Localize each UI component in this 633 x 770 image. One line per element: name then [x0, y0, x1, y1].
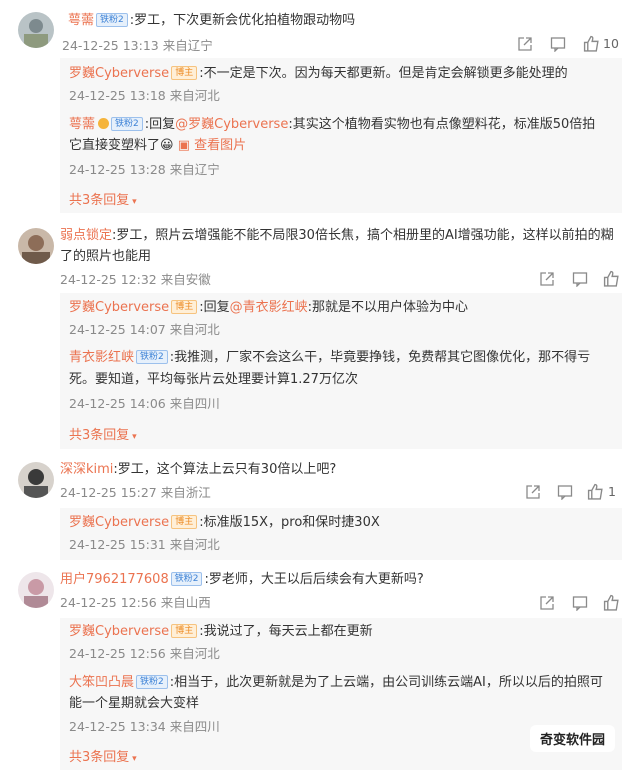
reply-meta: 24-12-25 14:06 来自四川	[69, 396, 220, 411]
host-badge: 博主	[171, 515, 198, 529]
avatar[interactable]	[18, 12, 54, 48]
mention-link[interactable]: @罗巍Cyberverse	[175, 117, 288, 132]
avatar[interactable]	[18, 228, 54, 264]
reply-text: 青衣影红峡 铁粉2:我推测，厂家不会这么干，毕竟要挣钱，免费帮其它图像优化，那不得…	[69, 350, 591, 365]
comment-meta: 24-12-25 12:32 来自安徽	[60, 272, 211, 287]
reply-text-cont: 它直接变塑料了😀 ▣ 查看图片	[69, 138, 247, 153]
chevron-down-icon: ▾	[129, 432, 137, 442]
more-replies-link[interactable]: 共3条回复 ▾	[69, 189, 137, 208]
reply-meta: 24-12-25 13:28 来自辽宁	[69, 162, 220, 177]
reply-meta: 24-12-25 14:07 来自河北	[69, 322, 220, 337]
comment-meta: 24-12-25 13:13 来自辽宁	[62, 38, 213, 53]
reply-text: 萼薷 铁粉2:回复@罗巍Cyberverse:其实这个植物看实物也有点像塑料花，标…	[69, 117, 596, 132]
more-replies-link[interactable]: 共3条回复 ▾	[69, 746, 137, 765]
watermark: 奇变软件园	[529, 725, 615, 752]
like-count: 10	[603, 36, 619, 51]
comment-text: 用户7962177608 铁粉2:罗老师，大王以后后续会有大更新吗?	[60, 572, 424, 587]
reply-text: 罗巍Cyberverse 博主:不一定是下次。因为每天都更新。但是肯定会解锁更多能…	[69, 66, 568, 81]
reply-username[interactable]: 大笨凹凸晨	[69, 675, 134, 690]
share-icon[interactable]	[517, 36, 533, 52]
reply-username[interactable]: 青衣影红峡	[69, 350, 134, 365]
verified-icon	[98, 118, 110, 129]
image-icon: ▣	[177, 138, 191, 153]
username[interactable]: 用户7962177608	[60, 572, 169, 587]
username[interactable]: 弱点锁定	[60, 228, 112, 243]
chevron-down-icon: ▾	[129, 197, 137, 207]
share-icon[interactable]	[525, 484, 541, 500]
reply-meta: 24-12-25 13:18 来自河北	[69, 88, 220, 103]
emoji: 😀	[160, 138, 174, 153]
host-badge: 博主	[171, 66, 198, 80]
fan-badge: 铁粉2	[136, 350, 168, 364]
host-badge: 博主	[171, 624, 198, 638]
comment-text: 弱点锁定:罗工，照片云增强能不能不局限30倍长焦，搞个相册里的AI增强功能，这样…	[60, 228, 614, 243]
reply-meta: 24-12-25 12:56 来自河北	[69, 646, 220, 661]
comment-icon[interactable]	[550, 36, 566, 52]
host-badge: 博主	[171, 300, 198, 314]
reply-username[interactable]: 罗巍Cyberverse	[69, 515, 169, 530]
reply-text: 罗巍Cyberverse 博主:标准版15X，pro和保时捷30X	[69, 515, 380, 530]
comment-text-cont: 了的照片也能用	[60, 249, 152, 264]
like-icon[interactable]	[603, 270, 620, 287]
reply-text-cont: 死。要知道，平均每张片云处理要计算1.27万亿次	[69, 372, 358, 387]
mention-link[interactable]: @青衣影红峡	[230, 300, 308, 315]
more-replies-link[interactable]: 共3条回复 ▾	[69, 424, 137, 443]
reply-box: 罗巍Cyberverse 博主:标准版15X，pro和保时捷30X 24-12-2…	[60, 508, 622, 560]
reply-text-cont: 能一个星期就会大变样	[69, 696, 200, 711]
reply-meta: 24-12-25 13:34 来自四川	[69, 719, 220, 734]
username[interactable]: 深深kimi	[60, 462, 113, 477]
chevron-down-icon: ▾	[129, 754, 137, 764]
comment-icon[interactable]	[572, 271, 588, 287]
comment-icon[interactable]	[572, 595, 588, 611]
like-count: 1	[608, 484, 616, 499]
share-icon[interactable]	[539, 271, 555, 287]
reply-username[interactable]: 罗巍Cyberverse	[69, 66, 169, 81]
reply-username[interactable]: 罗巍Cyberverse	[69, 300, 169, 315]
comment-text: 深深kimi:罗工，这个算法上云只有30倍以上吧?	[60, 462, 337, 477]
like-icon[interactable]	[583, 35, 600, 52]
fan-badge: 铁粉2	[136, 675, 168, 689]
reply-text: 罗巍Cyberverse 博主:我说过了，每天云上都在更新	[69, 624, 373, 639]
username[interactable]: 萼薷	[68, 13, 94, 28]
like-icon[interactable]	[603, 594, 620, 611]
avatar[interactable]	[18, 462, 54, 498]
view-image-link[interactable]: ▣ 查看图片	[178, 138, 246, 153]
comment-icon[interactable]	[557, 484, 573, 500]
reply-box: 罗巍Cyberverse 博主:不一定是下次。因为每天都更新。但是肯定会解锁更多能…	[60, 58, 622, 213]
like-icon[interactable]	[587, 483, 604, 500]
fan-badge: 铁粉2	[111, 117, 143, 131]
comment-meta: 24-12-25 15:27 来自浙江	[60, 485, 211, 500]
reply-username[interactable]: 萼薷	[69, 117, 95, 132]
comment-text: 萼薷 铁粉2:罗工，下次更新会优化拍植物跟动物吗	[68, 13, 356, 28]
reply-text: 罗巍Cyberverse 博主:回复@青衣影红峡:那就是不以用户体验为中心	[69, 300, 468, 315]
share-icon[interactable]	[539, 595, 555, 611]
fan-badge: 铁粉2	[96, 13, 128, 27]
reply-text: 大笨凹凸晨 铁粉2:相当于，此次更新就是为了上云端，由公司训练云端AI，所以以后的…	[69, 675, 603, 690]
reply-meta: 24-12-25 15:31 来自河北	[69, 537, 220, 552]
reply-box: 罗巍Cyberverse 博主:回复@青衣影红峡:那就是不以用户体验为中心 24-…	[60, 293, 622, 449]
reply-username[interactable]: 罗巍Cyberverse	[69, 624, 169, 639]
comment-meta: 24-12-25 12:56 来自山西	[60, 595, 211, 610]
avatar[interactable]	[18, 572, 54, 608]
fan-badge: 铁粉2	[170, 572, 203, 586]
